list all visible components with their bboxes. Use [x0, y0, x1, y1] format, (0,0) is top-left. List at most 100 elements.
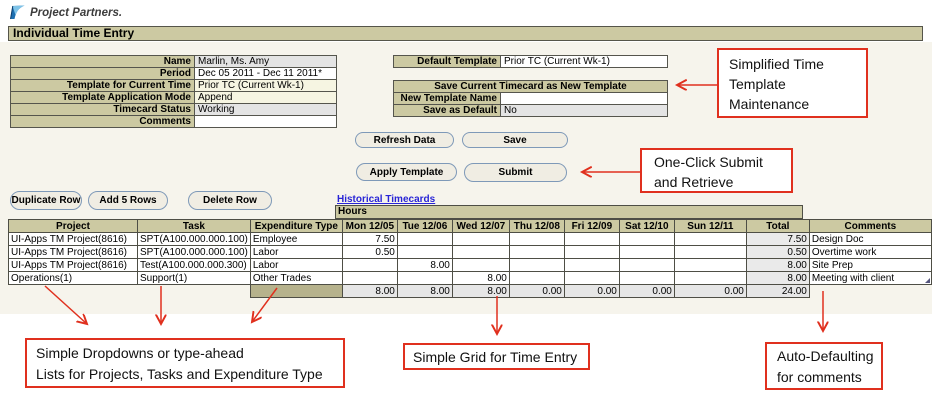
period-label: Period — [10, 67, 195, 80]
day-column-header: Thu 12/08 — [508, 219, 565, 233]
hours-cell[interactable] — [396, 245, 453, 259]
day-total-cell: 0.00 — [618, 284, 675, 298]
hours-cell[interactable]: 0.50 — [341, 245, 398, 259]
totals-row: 8.00 8.00 8.00 0.00 0.00 0.00 0.00 24.00 — [9, 284, 932, 298]
hours-cell[interactable] — [563, 232, 620, 246]
hours-cell[interactable] — [618, 271, 675, 285]
day-column-header: Wed 12/07 — [451, 219, 510, 233]
new-template-name-label: New Template Name — [393, 92, 501, 105]
default-template-value[interactable]: Prior TC (Current Wk-1) — [500, 55, 668, 68]
application-mode-label: Template Application Mode — [10, 91, 195, 104]
application-mode-value[interactable]: Append — [194, 91, 337, 104]
hours-cell[interactable] — [508, 232, 565, 246]
page-title: Individual Time Entry — [8, 26, 923, 41]
expenditure-type-cell[interactable]: Labor — [249, 245, 343, 259]
timecard-status-label: Timecard Status — [10, 103, 195, 116]
template-current-value[interactable]: Prior TC (Current Wk-1) — [194, 79, 337, 92]
comments-input[interactable] — [194, 115, 337, 128]
expenditure-type-cell[interactable]: Labor — [249, 258, 343, 272]
default-template-form: Default Template Prior TC (Current Wk-1) — [393, 55, 668, 68]
task-cell[interactable]: SPT(A100.000.000.100) — [137, 245, 251, 259]
day-total-cell: 0.00 — [563, 284, 620, 298]
hours-cell[interactable] — [341, 258, 398, 272]
hours-cell[interactable] — [508, 271, 565, 285]
day-total-cell: 8.00 — [451, 284, 510, 298]
timecard-row: Operations(1) Support(1) Other Trades 8.00 8… — [8, 271, 932, 285]
hours-cell[interactable]: 8.00 — [451, 271, 510, 285]
hours-cell[interactable] — [451, 245, 510, 259]
hours-cell[interactable] — [396, 271, 453, 285]
hours-cell[interactable] — [673, 258, 747, 272]
hours-cell[interactable] — [563, 271, 620, 285]
apply-template-button[interactable]: Apply Template — [356, 163, 457, 181]
hours-cell[interactable]: 8.00 — [396, 258, 453, 272]
form-row: Name Marlin, Ms. Amy — [10, 55, 337, 68]
day-column-header: Sat 12/10 — [618, 219, 675, 233]
name-value: Marlin, Ms. Amy — [194, 55, 337, 68]
comment-cell[interactable]: Meeting with client — [808, 271, 932, 285]
duplicate-row-button[interactable]: Duplicate Row — [10, 191, 82, 210]
refresh-data-button[interactable]: Refresh Data — [355, 132, 454, 148]
form-row: Comments — [10, 115, 337, 128]
hours-cell[interactable] — [563, 258, 620, 272]
project-cell[interactable]: UI-Apps TM Project(8616) — [8, 258, 138, 272]
hours-cell[interactable]: 7.50 — [341, 232, 398, 246]
hours-cell[interactable] — [341, 271, 398, 285]
resize-handle-icon[interactable] — [924, 278, 930, 283]
totals-label-cell — [249, 284, 343, 298]
project-cell[interactable]: UI-Apps TM Project(8616) — [8, 232, 138, 246]
task-cell[interactable]: Support(1) — [137, 271, 251, 285]
form-row: New Template Name — [393, 92, 668, 105]
default-template-label: Default Template — [393, 55, 501, 68]
hours-cell[interactable] — [451, 258, 510, 272]
comment-cell[interactable]: Site Prep — [808, 258, 932, 272]
form-row: Save as Default No — [393, 104, 668, 117]
hours-cell[interactable] — [618, 245, 675, 259]
day-total-cell: 0.00 — [673, 284, 747, 298]
name-label: Name — [10, 55, 195, 68]
hours-cell[interactable] — [563, 245, 620, 259]
task-cell[interactable]: SPT(A100.000.000.100) — [137, 232, 251, 246]
hours-cell[interactable] — [396, 232, 453, 246]
day-column-header: Mon 12/05 — [341, 219, 398, 233]
historical-timecards-link[interactable]: Historical Timecards — [337, 194, 435, 205]
hours-cell[interactable] — [451, 232, 510, 246]
new-template-name-input[interactable] — [500, 92, 668, 105]
period-value[interactable]: Dec 05 2011 - Dec 11 2011* — [194, 67, 337, 80]
hours-cell[interactable] — [508, 258, 565, 272]
hours-cell[interactable] — [673, 245, 747, 259]
save-as-default-value[interactable]: No — [500, 104, 668, 117]
spacer — [138, 285, 251, 298]
day-total-cell: 8.00 — [341, 284, 398, 298]
task-cell[interactable]: Test(A100.000.000.300) — [137, 258, 251, 272]
hours-cell[interactable] — [618, 232, 675, 246]
hours-cell[interactable] — [673, 232, 747, 246]
callout-one-click-submit: One-Click Submit and Retrieve — [640, 148, 793, 193]
hours-cell[interactable] — [618, 258, 675, 272]
hours-cell[interactable] — [673, 271, 747, 285]
comment-cell[interactable]: Overtime work — [808, 245, 932, 259]
day-column-header: Fri 12/09 — [563, 219, 620, 233]
save-button[interactable]: Save — [462, 132, 568, 148]
expenditure-type-cell[interactable]: Employee — [249, 232, 343, 246]
row-total-cell: 8.00 — [745, 271, 810, 285]
form-row: Template for Current Time Prior TC (Curr… — [10, 79, 337, 92]
callout-grid: Simple Grid for Time Entry — [403, 343, 590, 370]
day-total-cell: 8.00 — [396, 284, 453, 298]
hours-cell[interactable] — [508, 245, 565, 259]
form-row: Default Template Prior TC (Current Wk-1) — [393, 55, 668, 68]
delete-row-button[interactable]: Delete Row — [188, 191, 272, 210]
submit-button[interactable]: Submit — [464, 163, 567, 182]
callout-template-maintenance: Simplified Time Template Maintenance — [717, 48, 868, 118]
spacer — [9, 285, 138, 298]
expenditure-type-cell[interactable]: Other Trades — [249, 271, 343, 285]
save-template-form: Save Current Timecard as New Template Ne… — [393, 80, 668, 117]
project-cell[interactable]: Operations(1) — [8, 271, 138, 285]
timecard-table: Project Task Expenditure Type Mon 12/05 Tue … — [8, 219, 932, 298]
timecard-status-value: Working — [194, 103, 337, 116]
comment-cell[interactable]: Design Doc — [808, 232, 932, 246]
row-total-cell: 8.00 — [745, 258, 810, 272]
project-cell[interactable]: UI-Apps TM Project(8616) — [8, 245, 138, 259]
column-header: Expenditure Type — [249, 219, 343, 233]
add-5-rows-button[interactable]: Add 5 Rows — [88, 191, 168, 210]
